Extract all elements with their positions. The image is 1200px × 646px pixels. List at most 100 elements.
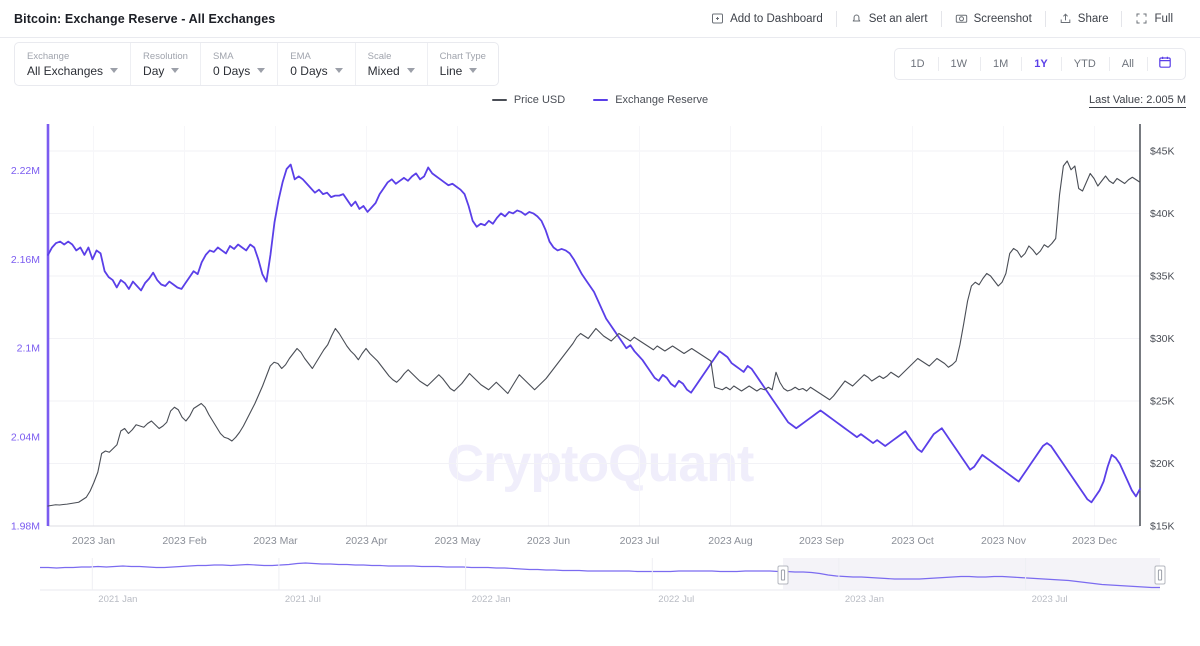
range-button-1d[interactable]: 1D xyxy=(897,49,937,79)
range-button-ytd[interactable]: YTD xyxy=(1061,49,1109,79)
chart-type-selector-label: Chart Type xyxy=(440,51,486,63)
svg-text:2023 Apr: 2023 Apr xyxy=(345,535,388,547)
share-icon xyxy=(1059,12,1072,25)
chevron-down-icon xyxy=(257,68,265,73)
chart-plot-area: CryptoQuant 2.22M2.16M2.1M2.04M1.98M$45K… xyxy=(0,116,1200,556)
time-range-group: 1D 1W 1M 1Y YTD All xyxy=(894,48,1186,80)
range-button-all[interactable]: All xyxy=(1109,49,1147,79)
calendar-icon xyxy=(1158,55,1172,74)
legend-swatch-exchange-reserve xyxy=(593,99,608,101)
svg-text:2021 Jul: 2021 Jul xyxy=(285,594,321,605)
exchange-selector[interactable]: Exchange All Exchanges xyxy=(15,43,131,85)
fullscreen-label: Full xyxy=(1154,13,1173,25)
svg-text:$15K: $15K xyxy=(1150,521,1175,533)
svg-text:$20K: $20K xyxy=(1150,458,1175,470)
svg-text:2023 Jul: 2023 Jul xyxy=(620,535,660,547)
svg-text:2023 Jun: 2023 Jun xyxy=(527,535,570,547)
add-to-dashboard-label: Add to Dashboard xyxy=(730,13,823,25)
resolution-selector-label: Resolution xyxy=(143,51,188,63)
resolution-selector-value-text: Day xyxy=(143,64,164,78)
fullscreen-button[interactable]: Full xyxy=(1122,9,1186,29)
svg-text:$45K: $45K xyxy=(1150,146,1175,158)
exchange-selector-value-text: All Exchanges xyxy=(27,64,103,78)
svg-text:2023 Feb: 2023 Feb xyxy=(162,535,207,547)
navigator-handle-right[interactable] xyxy=(1155,566,1165,584)
header-actions: Add to Dashboard Set an alert Screenshot… xyxy=(698,8,1186,30)
svg-text:2022 Jan: 2022 Jan xyxy=(472,594,511,605)
sma-selector-value: 0 Days xyxy=(213,64,265,78)
chart-canvas[interactable]: 2.22M2.16M2.1M2.04M1.98M$45K$40K$35K$30K… xyxy=(0,116,1200,556)
legend-item-exchange-reserve[interactable]: Exchange Reserve xyxy=(593,94,708,106)
sma-selector-value-text: 0 Days xyxy=(213,64,250,78)
legend-swatch-price-usd xyxy=(492,99,507,101)
ema-selector-value-text: 0 Days xyxy=(290,64,327,78)
chevron-down-icon xyxy=(110,68,118,73)
navigator-canvas[interactable]: 2021 Jan 2021 Jul 2022 Jan 2022 Jul 2023 Jan… xyxy=(0,556,1200,614)
svg-text:2023 Jan: 2023 Jan xyxy=(72,535,115,547)
navigator-handle-left[interactable] xyxy=(778,566,788,584)
exchange-selector-value: All Exchanges xyxy=(27,64,118,78)
screenshot-label: Screenshot xyxy=(974,13,1032,25)
chevron-down-icon xyxy=(407,68,415,73)
page-header: Bitcoin: Exchange Reserve - All Exchange… xyxy=(0,0,1200,38)
legend-item-price-usd[interactable]: Price USD xyxy=(492,94,565,106)
svg-text:2023 Mar: 2023 Mar xyxy=(253,535,298,547)
chart-type-selector[interactable]: Chart Type Line xyxy=(428,43,498,85)
chart-type-selector-value: Line xyxy=(440,64,486,78)
svg-text:2.1M: 2.1M xyxy=(17,343,40,355)
chart-navigator[interactable]: 2021 Jan 2021 Jul 2022 Jan 2022 Jul 2023 Jan… xyxy=(0,556,1200,614)
svg-text:2.04M: 2.04M xyxy=(11,432,40,444)
legend-label-exchange-reserve: Exchange Reserve xyxy=(615,94,708,106)
svg-text:2.16M: 2.16M xyxy=(11,254,40,266)
svg-text:2022 Jul: 2022 Jul xyxy=(658,594,694,605)
svg-text:2023 Oct: 2023 Oct xyxy=(891,535,934,547)
scale-selector-value-text: Mixed xyxy=(368,64,400,78)
svg-text:2023 Jan: 2023 Jan xyxy=(845,594,884,605)
share-label: Share xyxy=(1078,13,1109,25)
chevron-down-icon xyxy=(171,68,179,73)
scale-selector[interactable]: Scale Mixed xyxy=(356,43,428,85)
svg-text:2023 Jul: 2023 Jul xyxy=(1032,594,1068,605)
camera-icon xyxy=(955,12,968,25)
svg-text:2.22M: 2.22M xyxy=(11,165,40,177)
svg-text:2023 Aug: 2023 Aug xyxy=(708,535,753,547)
svg-text:2023 May: 2023 May xyxy=(434,535,481,547)
chevron-down-icon xyxy=(469,68,477,73)
resolution-selector[interactable]: Resolution Day xyxy=(131,43,201,85)
svg-text:2021 Jan: 2021 Jan xyxy=(98,594,137,605)
legend-row: Price USD Exchange Reserve Last Value: 2… xyxy=(0,90,1200,116)
chart-settings-group: Exchange All Exchanges Resolution Day SM… xyxy=(14,42,499,86)
last-value-label[interactable]: Last Value: 2.005 M xyxy=(1089,94,1186,108)
calendar-button[interactable] xyxy=(1147,49,1183,79)
chart-type-selector-value-text: Line xyxy=(440,64,463,78)
add-to-dashboard-button[interactable]: Add to Dashboard xyxy=(698,9,836,29)
ema-selector[interactable]: EMA 0 Days xyxy=(278,43,355,85)
scale-selector-label: Scale xyxy=(368,51,415,63)
add-to-dashboard-icon xyxy=(711,12,724,25)
range-button-1m[interactable]: 1M xyxy=(980,49,1021,79)
svg-text:1.98M: 1.98M xyxy=(11,521,40,533)
bell-icon xyxy=(850,12,863,25)
ema-selector-label: EMA xyxy=(290,51,342,63)
chart-control-bar: Exchange All Exchanges Resolution Day SM… xyxy=(0,38,1200,90)
share-button[interactable]: Share xyxy=(1046,9,1122,29)
screenshot-button[interactable]: Screenshot xyxy=(942,9,1045,29)
ema-selector-value: 0 Days xyxy=(290,64,342,78)
range-button-1y[interactable]: 1Y xyxy=(1021,49,1060,79)
sma-selector[interactable]: SMA 0 Days xyxy=(201,43,278,85)
svg-text:$40K: $40K xyxy=(1150,208,1175,220)
svg-text:$30K: $30K xyxy=(1150,333,1175,345)
page-title: Bitcoin: Exchange Reserve - All Exchange… xyxy=(14,12,275,26)
chevron-down-icon xyxy=(335,68,343,73)
fullscreen-icon xyxy=(1135,12,1148,25)
set-alert-label: Set an alert xyxy=(869,13,928,25)
set-alert-button[interactable]: Set an alert xyxy=(837,9,941,29)
range-button-1w[interactable]: 1W xyxy=(938,49,981,79)
svg-text:$25K: $25K xyxy=(1150,396,1175,408)
sma-selector-label: SMA xyxy=(213,51,265,63)
exchange-selector-label: Exchange xyxy=(27,51,118,63)
scale-selector-value: Mixed xyxy=(368,64,415,78)
legend-label-price-usd: Price USD xyxy=(514,94,565,106)
svg-text:2023 Dec: 2023 Dec xyxy=(1072,535,1117,547)
resolution-selector-value: Day xyxy=(143,64,188,78)
